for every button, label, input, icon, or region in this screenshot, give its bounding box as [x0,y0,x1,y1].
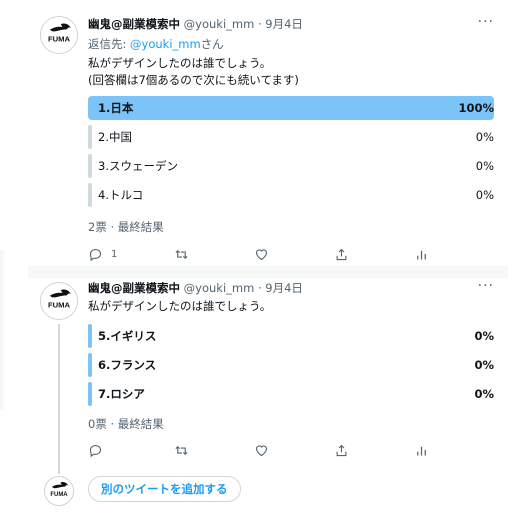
tweet-text-line-1: 私がデザインしたのは誰でしょう。 [88,56,272,70]
poll-option: 3.スウェーデン 0% [88,154,494,178]
poll-bar [88,382,92,406]
share-icon [336,444,347,456]
analytics-icon [417,446,426,455]
poll-option-percent: 0% [475,188,494,202]
avatar[interactable]: FUMA [44,476,74,506]
tweet-header: 幽鬼@副業模索中 @youki_mm · 9月4日 [88,16,303,32]
reply-icon [89,248,102,261]
reply-to-suffix: さん [200,37,224,51]
poll-option-percent: 0% [474,387,494,401]
poll-option-label: 7.ロシア [98,387,145,401]
share-button[interactable] [334,244,349,264]
svg-text:FUMA: FUMA [48,300,71,309]
tweet-actions: 1 [88,244,494,264]
analytics-button[interactable] [414,244,429,264]
puma-logo-icon: FUMA [41,283,77,319]
reply-to-handle[interactable]: @youki_mm [130,37,201,51]
like-button[interactable] [254,244,269,264]
svg-text:FUMA: FUMA [48,34,71,43]
heart-icon [255,248,268,260]
reply-to-label: 返信先: [88,37,127,51]
add-another-tweet-button[interactable]: 別のツイートを追加する [88,476,241,502]
share-button[interactable] [334,440,349,460]
poll-bar [88,154,92,178]
heart-icon [255,444,268,456]
reply-to-line: 返信先: @youki_mmさん [88,36,224,52]
poll-option: 2.中国 0% [88,125,494,149]
share-icon [336,248,347,260]
svg-text:FUMA: FUMA [50,492,68,498]
handle-and-date[interactable]: @youki_mm · 9月4日 [184,17,303,31]
reply-count: 1 [111,248,118,260]
analytics-button[interactable] [414,440,429,460]
poll-option: 1.日本 100% [88,96,494,120]
poll-option-label: 1.日本 [98,101,134,115]
poll-option: 6.フランス 0% [88,353,494,377]
poll-option-percent: 0% [475,159,494,173]
poll-option-percent: 0% [474,329,494,343]
poll-bar [88,324,92,348]
reply-icon [89,444,102,457]
handle-and-date[interactable]: @youki_mm · 9月4日 [184,281,303,295]
retweet-icon [175,445,188,455]
author-name[interactable]: 幽鬼@副業模索中 [88,17,180,31]
more-options-icon[interactable]: ··· [478,278,494,294]
poll-option: 5.イギリス 0% [88,324,494,348]
add-tweet-row: FUMA 別のツイートを追加する [28,472,508,508]
tweet-separator [28,266,508,278]
reply-button[interactable] [88,440,103,460]
poll-option-percent: 100% [458,101,494,115]
poll-option-label: 2.中国 [98,130,132,144]
retweet-button[interactable] [174,244,189,264]
poll-bar [88,125,92,149]
poll-option-percent: 0% [475,130,494,144]
poll-option-label: 6.フランス [98,358,157,372]
reply-button[interactable]: 1 [88,244,117,264]
left-shadow [0,250,6,410]
like-button[interactable] [254,440,269,460]
analytics-icon [417,250,426,259]
tweet-actions [88,440,494,460]
tweet-text-line-2: (回答欄は7個あるので次にも続いてます) [88,73,299,87]
avatar[interactable]: FUMA [40,282,78,320]
poll-option-label: 4.トルコ [98,188,144,202]
poll-option: 7.ロシア 0% [88,382,494,406]
more-options-icon[interactable]: ··· [478,14,494,30]
poll-option-label: 5.イギリス [98,329,157,343]
poll-option-label: 3.スウェーデン [98,159,178,173]
poll-bar [88,96,494,120]
poll: 5.イギリス 0% 6.フランス 0% 7.ロシア 0% [88,324,494,411]
poll-bar [88,183,92,207]
tweet-text-line-1: 私がデザインしたのは誰でしょう。 [88,299,272,313]
poll: 1.日本 100% 2.中国 0% 3.スウェーデン 0% 4.トルコ 0% [88,96,494,212]
tweet-2[interactable]: FUMA 幽鬼@副業模索中 @youki_mm · 9月4日 ··· 私がデザイ… [28,278,508,474]
avatar[interactable]: FUMA [40,16,78,54]
poll-bar [88,353,92,377]
author-name[interactable]: 幽鬼@副業模索中 [88,281,180,295]
poll-option-percent: 0% [474,358,494,372]
poll-option: 4.トルコ 0% [88,183,494,207]
puma-logo-icon: FUMA [41,17,77,53]
thread-line [58,324,60,474]
tweet-1[interactable]: FUMA 幽鬼@副業模索中 @youki_mm · 9月4日 ··· 返信先: … [28,14,508,264]
poll-footer: 0票 · 最終結果 [88,417,164,431]
retweet-button[interactable] [174,440,189,460]
tweet-header: 幽鬼@副業模索中 @youki_mm · 9月4日 [88,280,303,296]
retweet-icon [175,249,188,259]
poll-footer: 2票 · 最終結果 [88,220,164,234]
puma-logo-icon: FUMA [45,477,73,505]
